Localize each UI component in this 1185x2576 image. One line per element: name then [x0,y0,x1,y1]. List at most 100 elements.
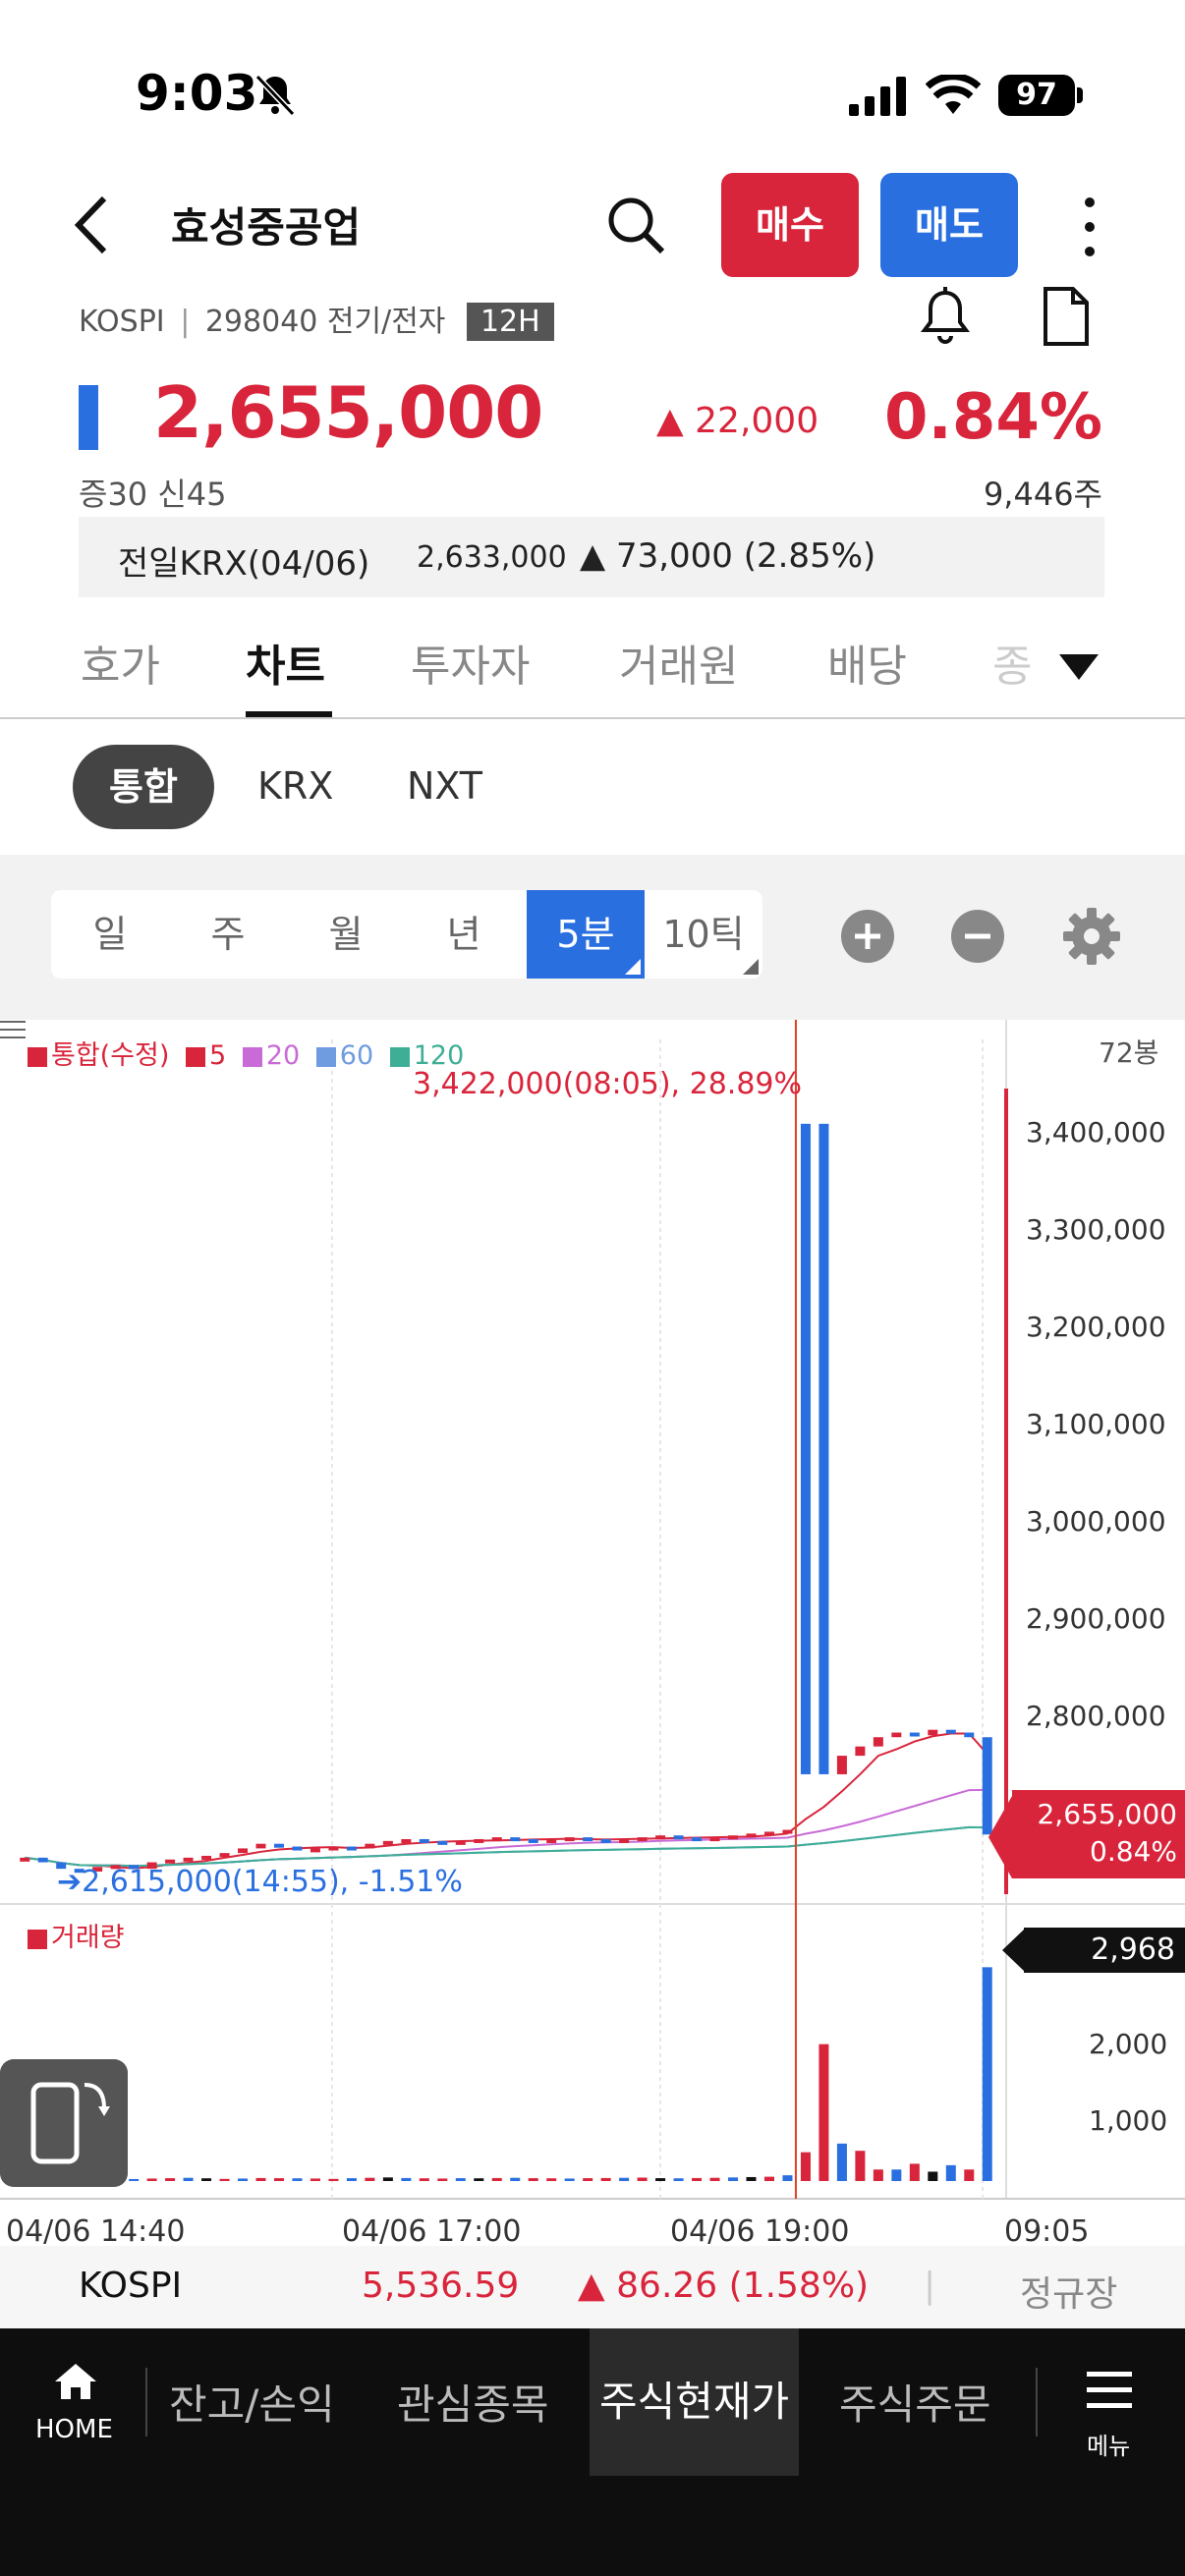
volume-bar [600,2177,611,2181]
nav-menu-label[interactable]: 메뉴 [1087,2427,1130,2461]
legend-main: 통합(수정) [28,1040,173,1071]
stock-title: 효성중공업 [171,203,362,252]
stock-subinfo: KOSPI | 298040 전기/전자 12H [79,297,554,341]
chart-menu-icon[interactable] [0,1020,26,1039]
code-sector: 298040 전기/전자 [204,305,446,339]
market-toggle-krx[interactable]: KRX [257,764,333,808]
volume-bar [655,2178,666,2181]
volume-tick: 1,000 [1089,2104,1168,2137]
price-change: ▲ 22,000 [656,401,819,441]
candle [655,1835,666,1840]
period-year[interactable]: 년 [405,890,523,979]
volume-legend: 거래량 [28,1916,125,1954]
candle [238,1848,249,1854]
period-10tick[interactable]: 10틱 [645,890,762,979]
volume-bar [873,2169,883,2181]
volume-bar [401,2177,412,2181]
hamburger-menu-icon[interactable] [1087,2372,1132,2409]
tab-orderbook[interactable]: 호가 [81,631,160,694]
low-annotation: ➔2,615,000(14:55), -1.51% [57,1865,463,1899]
nav-balance[interactable]: 잔고/손익 [169,2372,335,2432]
candle [709,1837,720,1842]
wifi-icon [926,75,981,114]
chevron-down-icon[interactable] [1057,652,1100,682]
current-price: 2,655,000 [153,371,543,454]
price-chart[interactable]: 통합(수정) 5 20 60 120 72봉 3,400,000 3,300,0… [0,1020,1185,2249]
candle [346,1846,357,1851]
volume-bar [982,1967,992,2181]
candle [891,1732,902,1738]
buy-button[interactable]: 매수 [721,173,859,277]
gear-icon[interactable] [1061,906,1122,967]
volume-bar [146,2178,157,2181]
current-price-tag: 2,655,000 0.84% [1012,1790,1185,1878]
nav-home-label[interactable]: HOME [35,2415,113,2444]
period-month[interactable]: 월 [287,890,405,979]
market-toggle-nxt[interactable]: NXT [407,764,482,808]
volume-bar [165,2178,176,2181]
tab-chart[interactable]: 차트 [246,631,325,694]
back-icon[interactable] [69,193,118,257]
period-5min[interactable]: 5분 [527,890,645,979]
volume-bar [273,2178,284,2181]
document-icon[interactable] [1036,285,1095,348]
legend-ma20-label: 20 [265,1040,301,1071]
legend-main-label: 통합(수정) [51,1040,170,1071]
candle [564,1837,575,1842]
period-month-label: 월 [328,913,364,956]
candle [964,1732,975,1738]
ma-line-ma20 [25,1788,988,1868]
sell-button[interactable]: 매도 [880,173,1018,277]
volume-bar [583,2178,593,2181]
tab-dividend[interactable]: 배당 [827,631,907,694]
volume-bar [891,2169,902,2181]
candle [763,1831,774,1836]
search-icon[interactable] [601,191,672,261]
zoom-out-icon[interactable] [951,910,1004,963]
index-ticker[interactable]: KOSPI 5,536.59 ▲ 86.26 (1.58%) | 정규장 [0,2246,1185,2328]
nav-watchlist[interactable]: 관심종목 [397,2372,549,2432]
period-day-label: 일 [92,913,128,956]
market-toggle-integrated[interactable]: 통합 [73,745,214,829]
volume-current-tag: 2,968 [1024,1928,1185,1973]
tab-broker[interactable]: 거래원 [619,631,738,694]
legend-ma20: 20 [242,1040,304,1071]
candle [982,1737,992,1835]
more-vertical-icon[interactable] [1075,193,1104,261]
period-week[interactable]: 주 [169,890,287,979]
volume-bar [818,2044,829,2181]
zoom-in-icon[interactable] [841,910,894,963]
nav-order[interactable]: 주식주문 [839,2372,991,2432]
prev-day-box: 전일KRX(04/06) 2,633,000 ▲ 73,000 (2.85%) [79,517,1104,597]
nav-current-price[interactable]: 주식현재가 [590,2328,800,2476]
volume-bar [855,2151,866,2181]
volume-bar [728,2177,739,2181]
home-icon[interactable] [53,2362,98,2401]
volume-bar [945,2164,956,2181]
candle [546,1838,557,1843]
volume-bar [346,2178,357,2181]
sub-separator: | [180,305,191,339]
y-tick: 3,000,000 [1026,1505,1166,1538]
volume-bar [328,2178,339,2181]
tab-investor[interactable]: 투자자 [411,631,530,694]
prev-day-price: 2,633,000 [417,540,567,575]
volume-bar [419,2178,429,2181]
volume-bar [491,2177,502,2181]
candle [292,1846,303,1851]
price-indicator-bar [79,385,98,450]
period-day[interactable]: 일 [51,890,169,979]
rotate-screen-icon[interactable] [0,2059,128,2187]
candle [219,1853,230,1858]
index-change: ▲ 86.26 (1.58%) [578,2266,870,2306]
x-tick: 04/06 14:40 [6,2214,186,2249]
bell-muted-icon [254,74,296,117]
period-5min-label: 5분 [556,913,615,956]
price-change-pct: 0.84% [883,381,1102,454]
alarm-bell-icon[interactable] [914,285,977,348]
current-price-tag-value: 2,655,000 [1037,1798,1177,1830]
active-tab-indicator [246,711,332,717]
tab-more-partial[interactable]: 종 [992,631,1032,694]
candle [928,1729,938,1736]
volume-bar [692,2177,703,2181]
